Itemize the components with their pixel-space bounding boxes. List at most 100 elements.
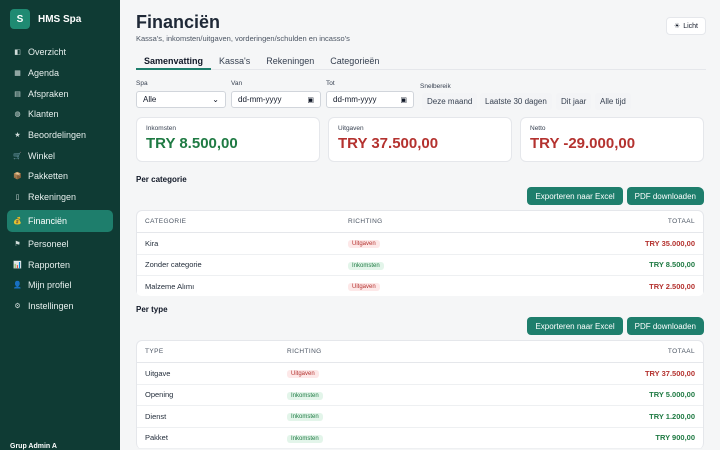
sidebar-item-agenda[interactable]: ▦ Agenda	[0, 63, 120, 84]
per-category-table: CATEGORIE RICHTING TOTAAL Kira Uitgaven TR…	[136, 210, 704, 296]
sidebar-item-label: Rekeningen	[28, 192, 77, 203]
tab-summary[interactable]: Samenvatting	[136, 52, 212, 70]
to-date-input[interactable]: dd-mm-yyyy ▣	[326, 91, 414, 108]
column-header-direction[interactable]: RICHTING	[348, 218, 548, 225]
row-name: Kira	[145, 238, 159, 248]
column-header-type[interactable]: TYPE	[137, 348, 287, 355]
sidebar-item-label: Pakketten	[28, 171, 69, 182]
calendar-icon[interactable]: ▣	[400, 96, 407, 104]
sidebar-item-label: Financiën	[28, 215, 68, 226]
sidebar-nav: ◧ Overzicht ▦ Agenda ▤ Afspraken ◍ Klanten ★ Beoo…	[0, 42, 120, 316]
sidebar-footer-user: Grup Admin A	[10, 443, 57, 450]
appointments-icon: ▤	[14, 90, 21, 98]
sidebar-item-rapporten[interactable]: 📊 Rapporten	[0, 254, 120, 275]
row-total: TRY 35.000,00	[644, 238, 695, 248]
quick-range-last-30-days[interactable]: Laatste 30 dagen	[480, 93, 552, 110]
page-title: Financiën	[136, 12, 221, 32]
report-icon: 📊	[13, 261, 22, 269]
expense-value: TRY 37.500,00	[338, 135, 439, 152]
income-card: Inkomsten TRY 8.500,00	[136, 117, 320, 162]
direction-badge: Inkomsten	[287, 434, 323, 443]
sidebar-item-afspraken[interactable]: ▤ Afspraken	[0, 83, 120, 104]
main-content: Financiën Kassa's, inkomsten/uitgaven, v…	[120, 0, 720, 450]
filter-bar: Spa Alle ⌄ Van dd-mm-yyyy ▣ Tot dd-mm-yy…	[136, 80, 706, 110]
spa-select[interactable]: Alle ⌄	[136, 91, 226, 108]
per-type-actions: Exporteren naar Excel PDF downloaden	[527, 317, 704, 337]
per-type-title: Per type	[136, 305, 168, 314]
sidebar-item-mijn-profiel[interactable]: 👤 Mijn profiel	[0, 275, 120, 296]
sidebar-item-rekeningen[interactable]: ▯ Rekeningen	[0, 187, 120, 208]
export-excel-button[interactable]: Exporteren naar Excel	[527, 187, 623, 205]
direction-badge: Uitgaven	[348, 240, 380, 249]
table-row: Opening Inkomsten TRY 5.000,00	[137, 385, 703, 406]
quick-range-this-month[interactable]: Deze maand	[422, 93, 478, 110]
sidebar-item-beoordelingen[interactable]: ★ Beoordelingen	[0, 125, 120, 146]
table-row: Malzeme Alımı Uitgaven TRY 2.500,00	[137, 276, 703, 296]
sidebar-item-klanten[interactable]: ◍ Klanten	[0, 104, 120, 125]
star-icon: ★	[14, 132, 21, 140]
row-total: TRY 1.200,00	[649, 411, 695, 421]
tab-accounts[interactable]: Rekeningen	[258, 52, 322, 70]
sun-icon: ☀	[673, 23, 681, 30]
row-total: TRY 900,00	[655, 433, 695, 443]
row-total: TRY 5.000,00	[649, 390, 695, 400]
tab-categories[interactable]: Categorieën	[322, 52, 387, 70]
row-direction-cell: Uitgaven	[287, 368, 548, 379]
pdf-download-button[interactable]: PDF downloaden	[626, 187, 704, 205]
quick-range-label: Snelbereik	[420, 83, 451, 90]
theme-toggle-label: Licht	[683, 22, 698, 30]
quick-range-this-year[interactable]: Dit jaar	[556, 93, 592, 110]
net-value: TRY -29.000,00	[530, 135, 636, 152]
sidebar-item-instellingen[interactable]: ⚙ Instellingen	[0, 296, 120, 317]
export-excel-button[interactable]: Exporteren naar Excel	[527, 317, 623, 335]
row-name: Uitgave	[145, 368, 171, 378]
row-name: Zonder categorie	[145, 260, 202, 270]
direction-badge: Uitgaven	[348, 283, 380, 292]
row-direction-cell: Inkomsten	[287, 390, 548, 400]
table-row: Dienst Inkomsten TRY 1.200,00	[137, 406, 703, 428]
page-subtitle: Kassa's, inkomsten/uitgaven, vorderingen…	[136, 34, 350, 43]
net-card: Netto TRY -29.000,00	[520, 117, 704, 162]
column-header-direction[interactable]: RICHTING	[287, 348, 548, 355]
column-header-category[interactable]: CATEGORIE	[137, 218, 348, 225]
pdf-download-button[interactable]: PDF downloaden	[626, 317, 704, 335]
clients-icon: ◍	[14, 111, 21, 119]
per-type-table: TYPE RICHTING TOTAAL Uitgave Uitgaven TRY …	[136, 340, 704, 449]
staff-icon: ⚑	[14, 240, 21, 248]
spa-filter-label: Spa	[136, 80, 148, 87]
sidebar-item-financi-n[interactable]: 💰 Financiën	[7, 209, 113, 232]
sidebar-item-pakketten[interactable]: 📦 Pakketten	[0, 166, 120, 187]
row-direction-cell: Uitgaven	[348, 238, 548, 249]
net-label: Netto	[530, 125, 546, 132]
sidebar-item-label: Overzicht	[28, 47, 67, 58]
sidebar-item-overzicht[interactable]: ◧ Overzicht	[0, 42, 120, 63]
gear-icon: ⚙	[14, 302, 21, 310]
table-row: Uitgave Uitgaven TRY 37.500,00	[137, 363, 703, 385]
sidebar-item-label: Agenda	[28, 68, 60, 79]
sidebar-item-winkel[interactable]: 🛒 Winkel	[0, 145, 120, 166]
from-date-input[interactable]: dd-mm-yyyy ▣	[231, 91, 321, 108]
to-date-value: dd-mm-yyyy	[333, 95, 377, 104]
sidebar-item-personeel[interactable]: ⚑ Personeel	[0, 234, 120, 255]
calendar-icon[interactable]: ▣	[307, 96, 314, 104]
direction-badge: Uitgaven	[287, 370, 319, 379]
to-date-label: Tot	[326, 80, 335, 87]
sidebar-item-label: Mijn profiel	[28, 280, 72, 291]
brand-logo: S	[10, 9, 30, 29]
quick-range-all-time[interactable]: Alle tijd	[595, 93, 631, 110]
direction-badge: Inkomsten	[287, 413, 323, 422]
brand-name: HMS Spa	[38, 13, 82, 25]
tab-cash-registers[interactable]: Kassa's	[211, 52, 258, 70]
table-row: Kira Uitgaven TRY 35.000,00	[137, 233, 703, 255]
column-header-total[interactable]: TOTAAL	[548, 218, 703, 225]
sidebar-item-label: Afspraken	[28, 88, 69, 99]
column-header-total[interactable]: TOTAAL	[548, 348, 703, 355]
row-name: Dienst	[145, 411, 167, 421]
tab-bar: Samenvatting Kassa's Rekeningen Categori…	[136, 52, 706, 70]
row-direction-cell: Inkomsten	[287, 411, 548, 422]
from-date-value: dd-mm-yyyy	[238, 95, 282, 104]
theme-toggle-button[interactable]: ☀ Licht	[665, 17, 706, 35]
income-value: TRY 8.500,00	[146, 135, 238, 152]
brand[interactable]: S HMS Spa	[0, 0, 120, 38]
table-row: Pakket Inkomsten TRY 900,00	[137, 428, 703, 449]
